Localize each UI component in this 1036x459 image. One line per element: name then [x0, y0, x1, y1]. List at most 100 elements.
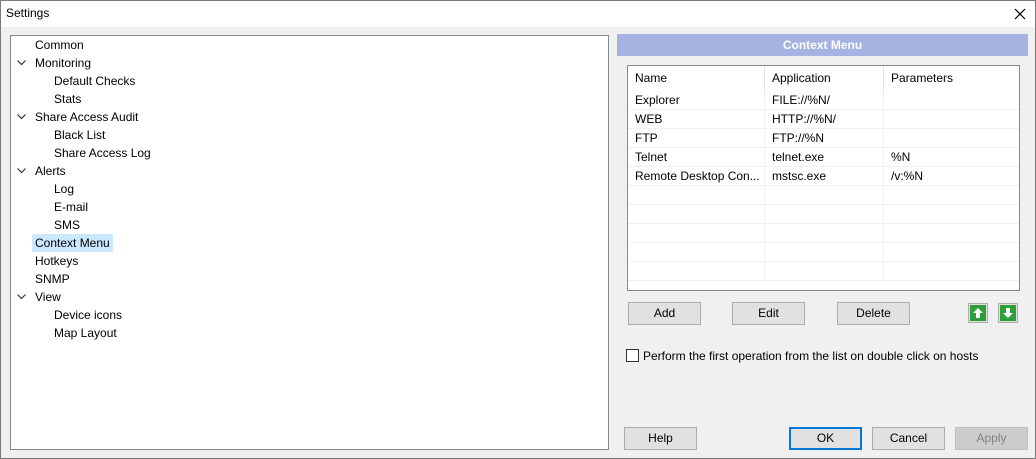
tree-item-log[interactable]: Log — [51, 180, 77, 198]
table-cell: telnet.exe — [765, 148, 884, 167]
table-cell — [884, 262, 1019, 281]
settings-tree[interactable]: Common Monitoring Default Checks Stats Share… — [10, 35, 609, 450]
double-click-label: Perform the first operation from the lis… — [643, 349, 979, 363]
tree-item-label: E-mail — [54, 200, 89, 214]
chevron-down-icon[interactable] — [16, 108, 26, 126]
table-cell: mstsc.exe — [765, 167, 884, 186]
delete-button[interactable]: Delete — [837, 302, 910, 325]
move-down-button[interactable] — [998, 303, 1018, 323]
tree-item-device-icons[interactable]: Device icons — [51, 306, 125, 324]
apply-button[interactable]: Apply — [955, 427, 1028, 450]
table-cell — [628, 262, 765, 281]
table-cell — [628, 205, 765, 224]
column-header-name[interactable]: Name — [628, 66, 765, 91]
tree-item-monitoring[interactable]: Monitoring — [16, 54, 94, 72]
tree-item-black-list[interactable]: Black List — [51, 126, 108, 144]
tree-item-label: Stats — [54, 92, 82, 106]
table-cell — [884, 224, 1019, 243]
table-cell — [884, 243, 1019, 262]
tree-item-label: Common — [35, 38, 84, 52]
tree-item-label: Monitoring — [35, 56, 92, 70]
table-cell — [765, 243, 884, 262]
arrow-up-icon — [970, 305, 986, 321]
table-cell: Remote Desktop Con... — [628, 167, 765, 186]
chevron-down-icon[interactable] — [16, 288, 26, 306]
table-cell: Telnet — [628, 148, 765, 167]
tree-item-share-access-audit[interactable]: Share Access Audit — [16, 108, 141, 126]
column-header-application[interactable]: Application — [765, 66, 884, 91]
tree-item-label: SMS — [54, 218, 81, 232]
tree-item-hotkeys[interactable]: Hotkeys — [32, 252, 81, 270]
tree-item-label: Hotkeys — [35, 254, 79, 268]
tree-item-label: Share Access Log — [54, 146, 151, 160]
tree-item-map-layout[interactable]: Map Layout — [51, 324, 120, 342]
tree-item-label: Log — [54, 182, 75, 196]
table-cell — [884, 110, 1019, 129]
tree-item-view[interactable]: View — [16, 288, 64, 306]
tree-item-label: Share Access Audit — [35, 110, 139, 124]
tree-item-label: View — [35, 290, 61, 304]
title-bar: Settings — [0, 0, 1036, 27]
context-menu-list[interactable]: Name Application Parameters Explorer FILE… — [627, 65, 1020, 291]
tree-item-label: Context Menu — [32, 234, 113, 252]
tree-item-label: SNMP — [35, 272, 70, 286]
tree-item-snmp[interactable]: SNMP — [32, 270, 73, 288]
tree-item-stats[interactable]: Stats — [51, 90, 84, 108]
window-title: Settings — [6, 6, 50, 20]
table-cell — [628, 224, 765, 243]
table-row[interactable] — [628, 186, 1019, 205]
edit-button[interactable]: Edit — [732, 302, 805, 325]
tree-item-context-menu[interactable]: Context Menu — [32, 234, 113, 252]
table-cell: FILE://%N/ — [765, 91, 884, 110]
table-cell: /v:%N — [891, 169, 924, 183]
table-row[interactable]: Telnet telnet.exe %N — [628, 148, 1019, 167]
table-row[interactable]: Explorer FILE://%N/ — [628, 91, 1019, 110]
table-cell — [884, 91, 1019, 110]
ok-button[interactable]: OK — [789, 427, 862, 450]
column-header-parameters[interactable]: Parameters — [884, 66, 1019, 91]
table-cell — [765, 262, 884, 281]
table-cell — [884, 129, 1019, 148]
panel-title: Context Menu — [617, 34, 1028, 56]
table-cell: %N — [891, 150, 911, 164]
tree-item-label: Device icons — [54, 308, 123, 322]
tree-item-sms[interactable]: SMS — [51, 216, 83, 234]
table-row[interactable] — [628, 205, 1019, 224]
tree-item-default-checks[interactable]: Default Checks — [51, 72, 138, 90]
double-click-checkbox[interactable] — [626, 349, 639, 362]
tree-item-e-mail[interactable]: E-mail — [51, 198, 91, 216]
tree-item-label: Alerts — [35, 164, 66, 178]
tree-item-common[interactable]: Common — [32, 36, 87, 54]
table-cell — [628, 243, 765, 262]
arrow-down-icon — [1000, 305, 1016, 321]
tree-item-label: Map Layout — [54, 326, 117, 340]
table-cell: FTP://%N — [765, 129, 884, 148]
tree-item-label: Default Checks — [54, 74, 136, 88]
table-row[interactable] — [628, 262, 1019, 281]
table-cell — [765, 186, 884, 205]
table-cell — [765, 205, 884, 224]
table-row[interactable]: WEB HTTP://%N/ — [628, 110, 1019, 129]
table-cell: WEB — [628, 110, 765, 129]
table-row[interactable] — [628, 243, 1019, 262]
tree-item-alerts[interactable]: Alerts — [16, 162, 69, 180]
chevron-down-icon[interactable] — [16, 54, 26, 72]
cancel-button[interactable]: Cancel — [872, 427, 945, 450]
list-header: Name Application Parameters — [628, 66, 1019, 91]
table-cell: FTP — [628, 129, 765, 148]
table-row[interactable]: FTP FTP://%N — [628, 129, 1019, 148]
move-up-button[interactable] — [968, 303, 988, 323]
tree-item-share-access-log[interactable]: Share Access Log — [51, 144, 154, 162]
table-row[interactable]: Remote Desktop Con... mstsc.exe/v:%N — [628, 167, 1019, 186]
table-cell: HTTP://%N/ — [765, 110, 884, 129]
add-button[interactable]: Add — [628, 302, 701, 325]
close-icon — [1014, 8, 1026, 19]
tree-item-label: Black List — [54, 128, 106, 142]
close-button[interactable] — [1004, 0, 1036, 27]
help-button[interactable]: Help — [624, 427, 697, 450]
chevron-down-icon[interactable] — [16, 162, 26, 180]
table-cell: Explorer — [628, 91, 765, 110]
table-cell — [884, 205, 1019, 224]
table-cell — [628, 186, 765, 205]
table-row[interactable] — [628, 224, 1019, 243]
